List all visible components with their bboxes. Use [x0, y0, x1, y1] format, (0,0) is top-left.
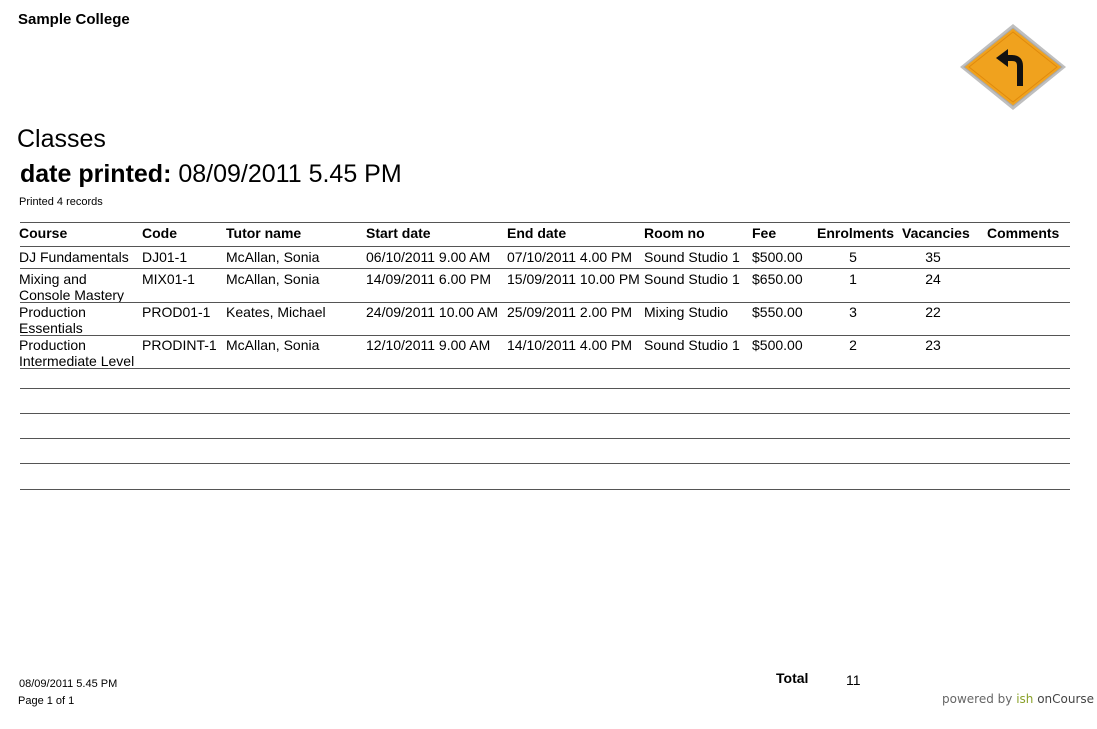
col-header-vacancies: Vacancies [902, 225, 970, 241]
records-count: Printed 4 records [19, 196, 103, 208]
table-cell-tutor: Keates, Michael [226, 304, 326, 320]
col-header-tutor-name: Tutor name [226, 225, 302, 241]
table-cell-room: Sound Studio 1 [644, 249, 740, 265]
total-value: 11 [846, 672, 861, 688]
table-row-rule [20, 335, 1070, 336]
empty-row-rule [20, 388, 1070, 389]
table-cell-fee: $650.00 [752, 271, 803, 287]
table-cell-enrolments: 2 [849, 337, 857, 353]
powered-by-text: powered by [942, 692, 1017, 706]
col-header-comments: Comments [987, 225, 1060, 241]
table-cell-end-date: 14/10/2011 4.00 PM [507, 337, 633, 353]
table-cell-course: Production Intermediate Level [19, 337, 135, 369]
table-cell-vacancies: 35 [925, 249, 941, 265]
table-row-rule [20, 302, 1070, 303]
table-cell-tutor: McAllan, Sonia [226, 337, 320, 353]
table-row-rule [20, 368, 1070, 369]
table-cell-fee: $500.00 [752, 249, 803, 265]
table-cell-enrolments: 5 [849, 249, 857, 265]
powered-by-ish: ish [1016, 692, 1034, 706]
table-top-rule [20, 222, 1070, 223]
table-cell-tutor: McAllan, Sonia [226, 271, 320, 287]
table-cell-start-date: 06/10/2011 9.00 AM [366, 249, 491, 265]
total-label: Total [776, 670, 809, 686]
empty-row-rule [20, 489, 1070, 490]
empty-row-rule [20, 413, 1070, 414]
turn-left-road-sign-icon [960, 24, 1066, 110]
powered-by-brand: onCourse [1033, 692, 1095, 706]
table-header-rule [20, 246, 1070, 247]
date-printed-label: date printed: [20, 160, 172, 188]
table-cell-fee: $500.00 [752, 337, 803, 353]
empty-row-rule [20, 438, 1070, 439]
table-cell-course: DJ Fundamentals [19, 249, 129, 265]
table-cell-room: Mixing Studio [644, 304, 729, 320]
table-cell-tutor: McAllan, Sonia [226, 249, 320, 265]
table-cell-enrolments: 1 [849, 271, 857, 287]
table-cell-code: MIX01-1 [142, 271, 195, 287]
col-header-fee: Fee [752, 225, 777, 241]
table-cell-end-date: 15/09/2011 10.00 PM [507, 271, 640, 287]
col-header-start-date: Start date [366, 225, 431, 241]
table-cell-enrolments: 3 [849, 304, 857, 320]
page-title: Classes [17, 125, 106, 153]
table-cell-vacancies: 23 [925, 337, 941, 353]
col-header-enrolments: Enrolments [817, 225, 895, 241]
footer-date: 08/09/2011 5.45 PM [19, 678, 118, 690]
empty-row-rule [20, 463, 1070, 464]
page-number: Page 1 of 1 [18, 695, 75, 707]
table-cell-end-date: 07/10/2011 4.00 PM [507, 249, 633, 265]
table-cell-course: Production Essentials [19, 304, 86, 336]
table-cell-start-date: 14/09/2011 6.00 PM [366, 271, 492, 287]
table-cell-room: Sound Studio 1 [644, 271, 740, 287]
table-row-rule [20, 268, 1070, 269]
date-printed: date printed: 08/09/2011 5.45 PM [20, 160, 402, 189]
table-cell-vacancies: 24 [925, 271, 941, 287]
table-cell-room: Sound Studio 1 [644, 337, 740, 353]
powered-by-logo: powered by ish onCourse [942, 692, 1094, 706]
table-cell-start-date: 24/09/2011 10.00 AM [366, 304, 499, 320]
table-cell-fee: $550.00 [752, 304, 803, 320]
date-printed-value: 08/09/2011 5.45 PM [178, 160, 402, 188]
table-cell-code: PRODINT-1 [142, 337, 217, 353]
table-cell-vacancies: 22 [925, 304, 941, 320]
table-cell-course: Mixing and Console Mastery [19, 271, 125, 303]
table-cell-code: PROD01-1 [142, 304, 211, 320]
table-cell-start-date: 12/10/2011 9.00 AM [366, 337, 491, 353]
col-header-end-date: End date [507, 225, 567, 241]
col-header-room-no: Room no [644, 225, 705, 241]
col-header-course: Course [19, 225, 68, 241]
table-cell-end-date: 25/09/2011 2.00 PM [507, 304, 633, 320]
col-header-code: Code [142, 225, 177, 241]
table-cell-code: DJ01-1 [142, 249, 188, 265]
college-name: Sample College [18, 11, 130, 28]
